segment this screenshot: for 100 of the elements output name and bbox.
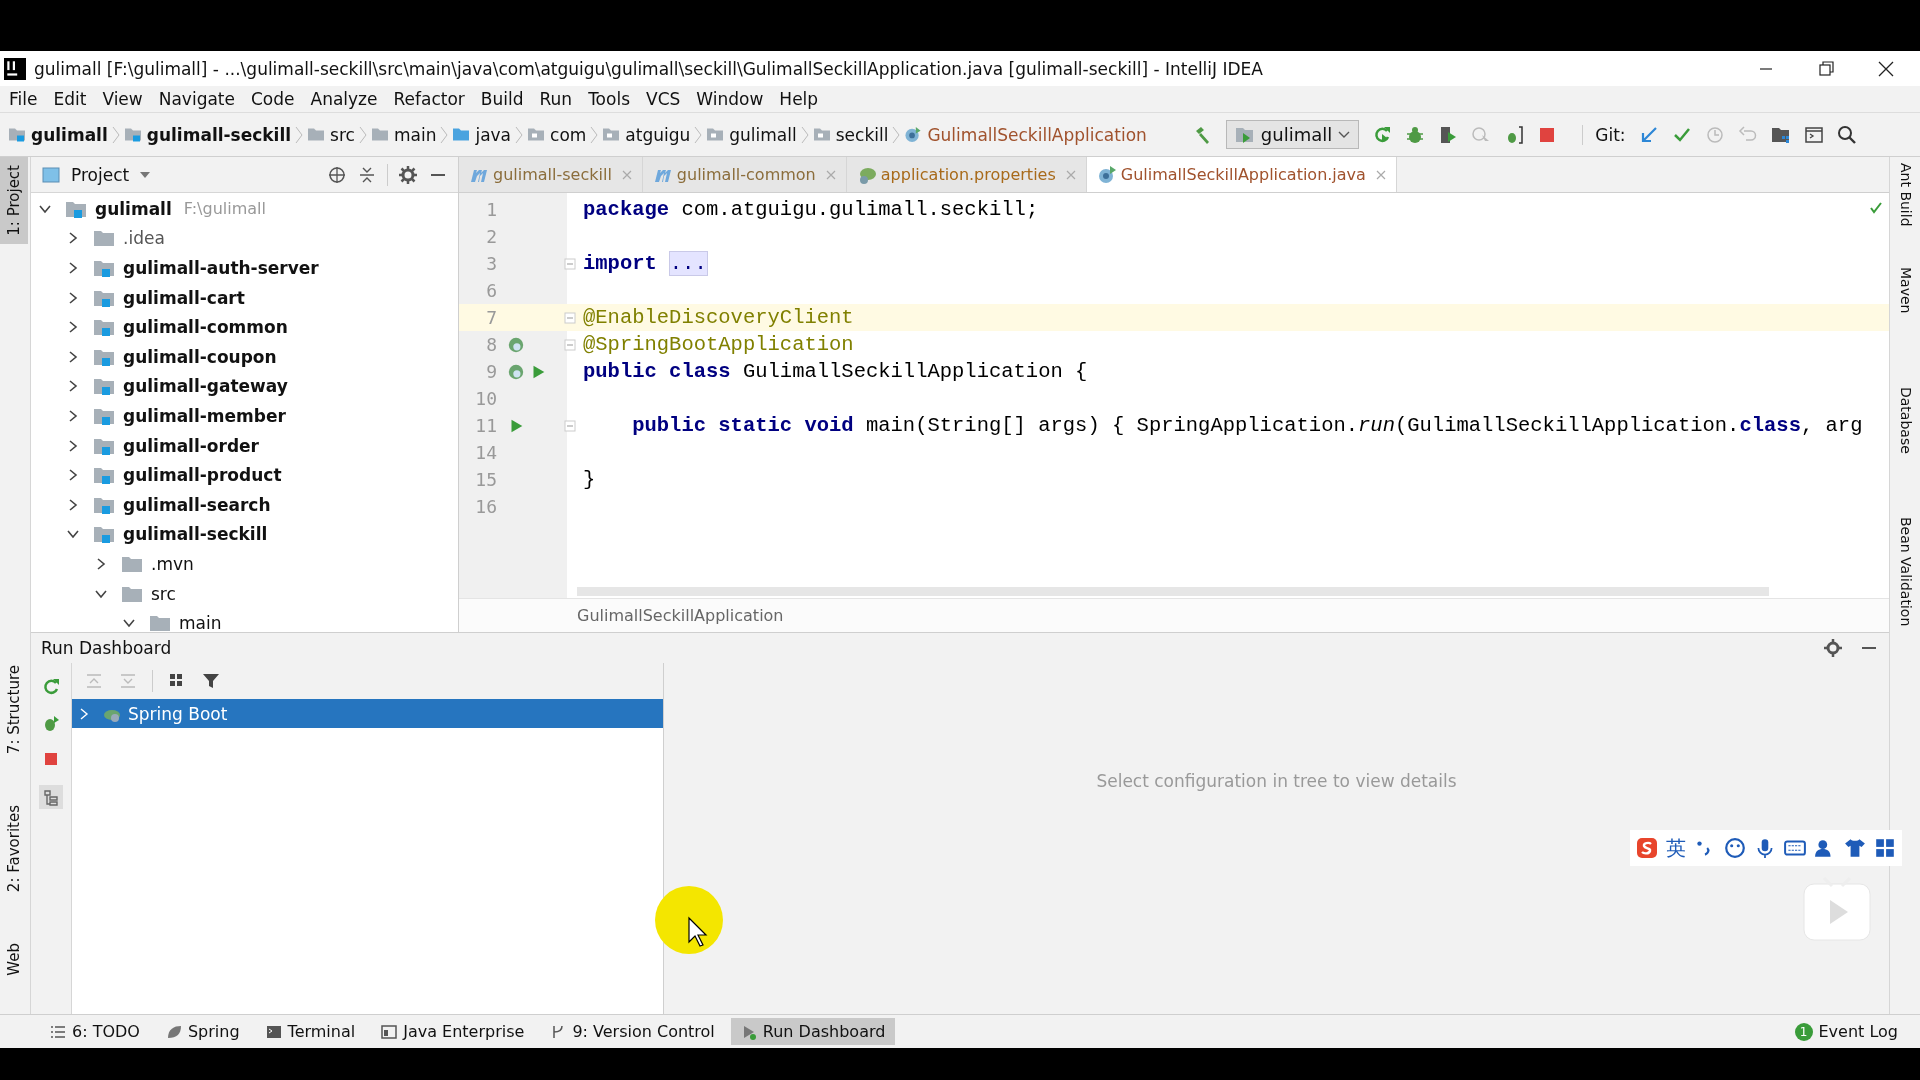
code-line: import ... (582, 252, 708, 275)
tool-window-button[interactable]: Java Enterprise (371, 1018, 535, 1045)
list-icon (50, 1023, 66, 1040)
caret-icon[interactable] (139, 170, 152, 179)
folder-icon (93, 229, 115, 248)
tool-window-button[interactable]: Terminal (255, 1018, 366, 1045)
layout-icon[interactable] (39, 785, 63, 809)
menu-item[interactable]: Tools (581, 89, 637, 109)
breadcrumb-item[interactable]: gulimall (706, 124, 797, 145)
rerun-icon[interactable] (41, 677, 61, 697)
menu-item[interactable]: Refactor (386, 89, 472, 109)
menu-item[interactable]: Window (689, 89, 771, 109)
filter-icon[interactable] (201, 671, 221, 691)
menu-item[interactable]: Edit (46, 89, 94, 109)
tool-window-tab[interactable]: Web (0, 935, 28, 984)
close-tab-icon (825, 169, 836, 180)
package-icon (706, 126, 725, 143)
settings-icon[interactable] (1823, 638, 1843, 658)
editor-tab[interactable]: application.properties (846, 157, 1087, 192)
breadcrumb-item[interactable]: gulimall-seckill (123, 124, 292, 145)
folder-icon (452, 126, 471, 143)
tree-item[interactable]: gulimall-auth-server (123, 258, 319, 278)
code-line: package com.atguigu.gulimall.seckill; (582, 198, 1039, 221)
tool-window-tab[interactable]: Maven (1892, 267, 1920, 314)
breadcrumb-item[interactable]: atguigu (602, 124, 691, 145)
tree-item[interactable]: .mvn (151, 553, 194, 574)
tree-item[interactable]: gulimall-order (123, 435, 259, 456)
breadcrumb-item[interactable]: gulimall (8, 124, 108, 145)
breadcrumb-item[interactable]: java (452, 124, 512, 145)
menu-item[interactable]: Build (473, 89, 531, 109)
scrollbar[interactable] (577, 587, 1769, 596)
caret-icon (1338, 130, 1351, 139)
fold-marker-icon[interactable] (564, 419, 576, 432)
tree-item[interactable]: gulimall (95, 198, 172, 219)
event-log-button[interactable]: 1 Event Log (1784, 1018, 1908, 1045)
folder-icon (307, 126, 326, 143)
settings-icon[interactable] (398, 164, 418, 185)
panel-title: Run Dashboard (41, 638, 172, 658)
menu-item[interactable]: File (2, 89, 45, 109)
module-folder-icon (93, 495, 115, 514)
module-folder-icon (123, 126, 142, 143)
tool-window-button[interactable]: Spring (155, 1018, 250, 1045)
menu-item[interactable]: Help (772, 89, 826, 109)
line-number: 16 (474, 496, 497, 517)
tree-item[interactable]: gulimall-common (123, 317, 288, 338)
tree-item[interactable]: main (179, 613, 222, 632)
breadcrumb-item[interactable]: src (307, 124, 355, 145)
tool-window-tab[interactable]: Database (1892, 387, 1920, 454)
menu-item[interactable]: VCS (639, 89, 688, 109)
module-folder-icon (93, 525, 115, 544)
editor-breadcrumb[interactable]: GulimallSeckillApplication (577, 606, 784, 625)
locate-icon[interactable] (327, 164, 347, 185)
tree-item[interactable]: gulimall-cart (123, 287, 245, 308)
editor-tab[interactable]: GulimallSeckillApplication.java (1086, 157, 1397, 192)
package-icon (812, 126, 831, 143)
tool-window-tab[interactable]: 1: Project (0, 157, 28, 244)
window-icon[interactable] (1803, 124, 1824, 145)
menu-item[interactable]: View (95, 89, 150, 109)
tool-window-tab[interactable]: Ant Build (1892, 163, 1920, 227)
search-icon[interactable] (1836, 124, 1857, 145)
tool-window-tab[interactable]: 2: Favorites (0, 797, 28, 901)
editor-tab[interactable]: gulimall-common (642, 157, 847, 192)
tree-item[interactable]: gulimall-product (123, 465, 282, 486)
tool-window-tab[interactable]: Bean Validation (1892, 517, 1920, 627)
tree-item[interactable]: gulimall-seckill (123, 524, 268, 545)
breadcrumb-item[interactable]: seckill (812, 124, 889, 145)
tree-item[interactable]: .idea (123, 228, 165, 249)
menu-item[interactable]: Navigate (151, 89, 242, 109)
tree-item[interactable]: gulimall-search (123, 494, 271, 515)
tool-window-button[interactable]: Run Dashboard (730, 1018, 896, 1045)
tool-window-button[interactable]: 6: TODO (40, 1018, 150, 1045)
code-line: @SpringBootApplication (582, 333, 854, 356)
tree-item[interactable]: Spring Boot (72, 699, 663, 728)
tool-window-tab[interactable]: 7: Structure (0, 657, 28, 763)
ime-toolbar: 英 (1630, 830, 1902, 866)
breadcrumb-item[interactable]: main (370, 124, 437, 145)
tree-item[interactable]: gulimall-gateway (123, 376, 288, 397)
tool-window-button[interactable]: 9: Version Control (540, 1018, 725, 1045)
fold-marker-icon[interactable] (564, 257, 576, 270)
bean-icon[interactable] (507, 362, 525, 381)
module-folder-icon (93, 318, 115, 337)
app-logo-icon (4, 57, 26, 80)
menu-item[interactable]: Code (244, 89, 302, 109)
menu-item[interactable]: Run (532, 89, 580, 109)
tree-item[interactable]: gulimall-member (123, 405, 286, 426)
menu-item[interactable]: Analyze (303, 89, 385, 109)
breadcrumb-item[interactable]: GulimallSeckillApplication (904, 124, 1147, 145)
rerun-icon[interactable] (1372, 124, 1393, 145)
bean-icon[interactable] (507, 335, 525, 354)
project-view-dropdown[interactable]: Project (71, 164, 130, 185)
run-configuration-dropdown[interactable]: gulimall (1225, 120, 1360, 149)
tree-item[interactable]: src (151, 583, 176, 604)
restore-icon[interactable] (1816, 58, 1836, 79)
tree-item[interactable]: gulimall-coupon (123, 346, 277, 367)
line-number: 10 (474, 388, 497, 409)
breadcrumb-item[interactable]: com (527, 124, 587, 145)
editor-tab[interactable]: gulimall-seckill (459, 157, 643, 192)
fold-marker-icon[interactable] (564, 338, 576, 351)
bug-icon[interactable] (1405, 124, 1426, 145)
fold-marker-icon[interactable] (564, 311, 576, 324)
